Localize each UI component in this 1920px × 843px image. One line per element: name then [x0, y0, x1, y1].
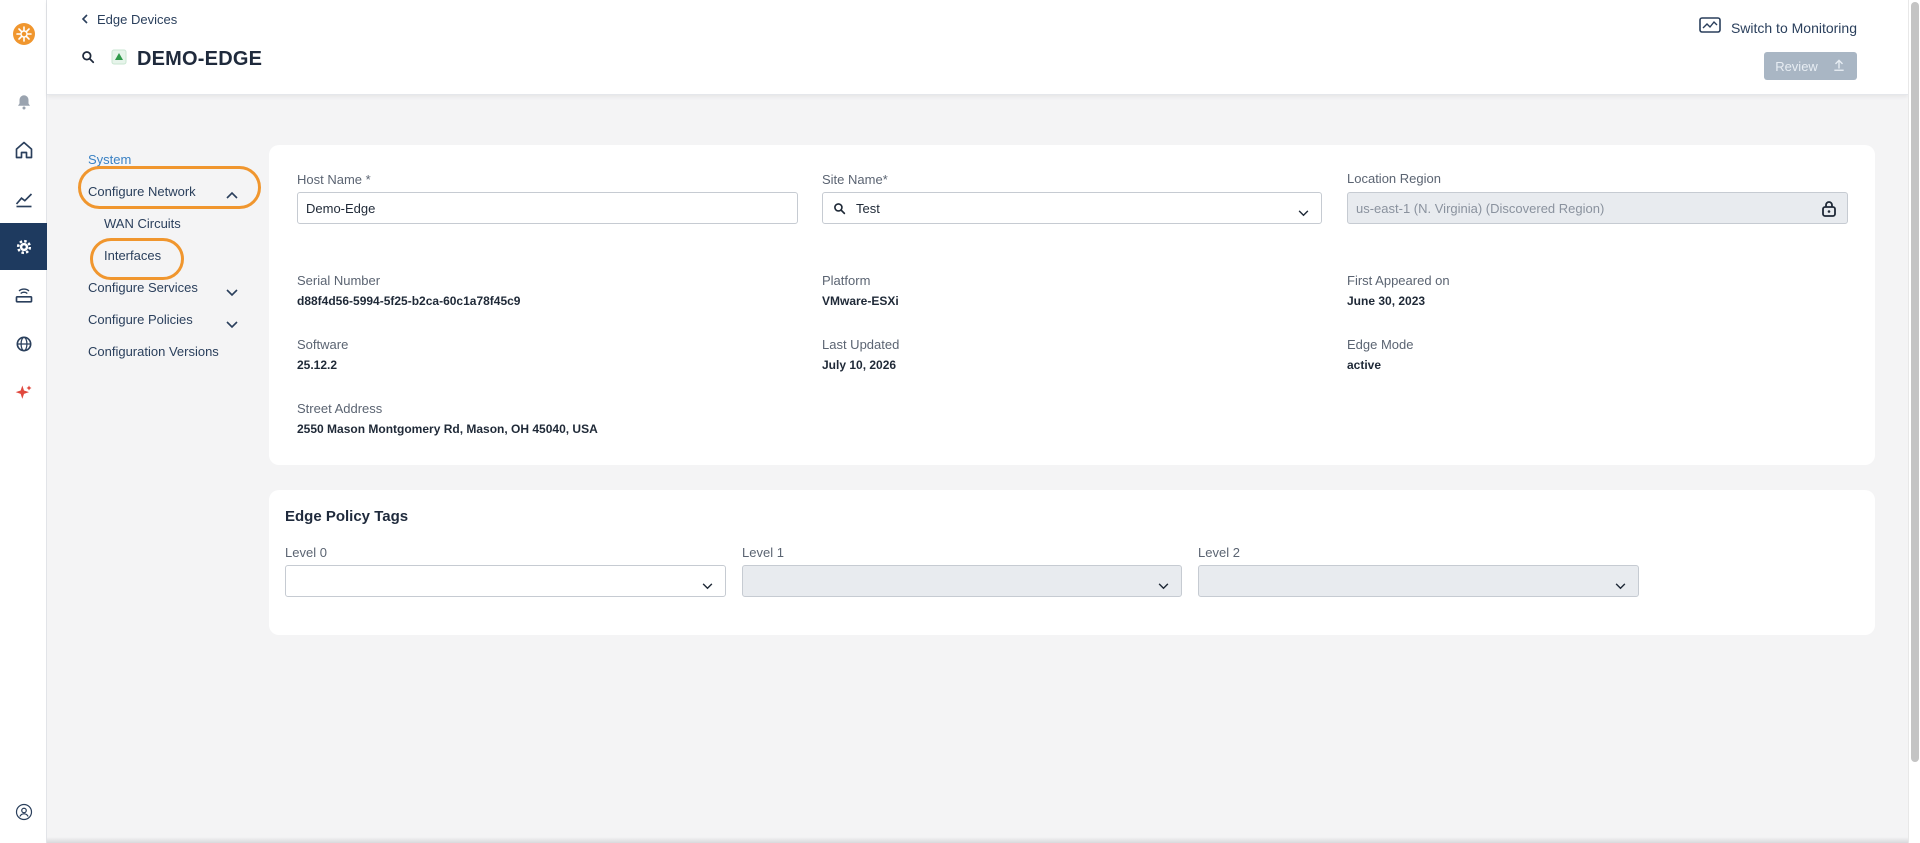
- chevron-down-icon: [1615, 578, 1626, 593]
- monitor-icon: [1699, 17, 1721, 38]
- router-icon[interactable]: [0, 272, 47, 319]
- host-name-label: Host Name *: [297, 172, 371, 187]
- search-icon: [833, 202, 846, 215]
- host-name-input[interactable]: Demo-Edge: [297, 192, 798, 224]
- scrollbar-thumb[interactable]: [1911, 2, 1919, 762]
- first-appeared-label: First Appeared on: [1347, 273, 1450, 288]
- chevron-up-icon[interactable]: [226, 186, 238, 204]
- edge-status-icon: [111, 49, 127, 70]
- nav-configure-services[interactable]: Configure Services: [88, 280, 198, 295]
- back-link[interactable]: Edge Devices: [81, 12, 177, 27]
- chart-icon[interactable]: [0, 175, 47, 222]
- nav-wan-circuits[interactable]: WAN Circuits: [104, 216, 181, 231]
- search-icon[interactable]: [81, 50, 95, 69]
- last-updated-label: Last Updated: [822, 337, 900, 352]
- sparkle-icon[interactable]: [0, 369, 47, 416]
- page-header: Edge Devices DEMO-EDGE Switch to Monitor…: [47, 0, 1908, 95]
- first-appeared-value: June 30, 2023: [1347, 294, 1426, 308]
- switch-to-monitoring-label: Switch to Monitoring: [1730, 19, 1857, 36]
- page-title: DEMO-EDGE: [137, 48, 263, 70]
- software-label: Software: [297, 337, 349, 352]
- location-region-label: Location Region: [1347, 171, 1441, 186]
- edge-policy-tags-card: Edge Policy Tags Level 0 Level 1 Level 2: [269, 490, 1875, 635]
- platform-label: Platform: [822, 273, 871, 288]
- street-address-value: 2550 Mason Montgomery Rd, Mason, OH 4504…: [297, 422, 598, 436]
- lock-icon: [1821, 200, 1837, 220]
- left-rail: [0, 0, 47, 843]
- chevron-left-icon: [81, 12, 89, 27]
- nav-interfaces[interactable]: Interfaces: [104, 248, 161, 263]
- street-address-label: Street Address: [297, 401, 383, 416]
- logo-icon[interactable]: [0, 10, 47, 57]
- chevron-down-icon[interactable]: [226, 284, 238, 302]
- software-value: 25.12.2: [297, 358, 338, 372]
- nav-system[interactable]: System: [88, 152, 131, 167]
- location-region-input: us-east-1 (N. Virginia) (Discovered Regi…: [1347, 192, 1848, 224]
- back-link-label: Edge Devices: [97, 12, 178, 27]
- edge-policy-tags-title: Edge Policy Tags: [285, 508, 409, 525]
- switch-to-monitoring-link[interactable]: Switch to Monitoring: [1699, 17, 1857, 38]
- chevron-down-icon: [702, 578, 713, 593]
- edge-mode-label: Edge Mode: [1347, 337, 1414, 352]
- chevron-down-icon: [1298, 205, 1309, 220]
- device-details-card: Host Name * Demo-Edge Site Name* Test Lo…: [269, 145, 1875, 465]
- last-updated-value: July 10, 2026: [822, 358, 897, 372]
- home-icon[interactable]: [0, 126, 47, 173]
- serial-number-value: d88f4d56-5994-5f25-b2ca-60c1a78f45c9: [297, 294, 521, 308]
- chevron-down-icon[interactable]: [226, 316, 238, 334]
- level-1-label: Level 1: [742, 545, 784, 560]
- bell-icon[interactable]: [0, 78, 47, 125]
- site-name-select[interactable]: Test: [822, 192, 1322, 224]
- platform-value: VMware-ESXi: [822, 294, 899, 308]
- edge-mode-value: active: [1347, 358, 1382, 372]
- site-name-value: Test: [856, 200, 880, 216]
- nav-configure-network[interactable]: Configure Network: [88, 184, 196, 199]
- title-row: DEMO-EDGE: [81, 48, 262, 71]
- level-2-select[interactable]: [1198, 565, 1639, 597]
- user-icon[interactable]: [0, 788, 47, 835]
- review-button-label: Review: [1775, 58, 1818, 74]
- bottom-shadow: [47, 837, 1908, 843]
- level-0-select[interactable]: [285, 565, 726, 597]
- upload-icon: [1832, 58, 1846, 75]
- site-name-label: Site Name*: [822, 172, 888, 187]
- globe-icon[interactable]: [0, 320, 47, 367]
- level-2-label: Level 2: [1198, 545, 1240, 560]
- gear-icon[interactable]: [0, 223, 47, 270]
- level-0-label: Level 0: [285, 545, 327, 560]
- level-1-select[interactable]: [742, 565, 1182, 597]
- nav-configure-policies[interactable]: Configure Policies: [88, 312, 193, 327]
- serial-number-label: Serial Number: [297, 273, 381, 288]
- nav-configuration-versions[interactable]: Configuration Versions: [88, 344, 219, 359]
- review-button[interactable]: Review: [1764, 52, 1857, 80]
- chevron-down-icon: [1158, 578, 1169, 593]
- scrollbar[interactable]: [1908, 0, 1920, 843]
- location-region-placeholder: us-east-1 (N. Virginia) (Discovered Regi…: [1356, 200, 1605, 216]
